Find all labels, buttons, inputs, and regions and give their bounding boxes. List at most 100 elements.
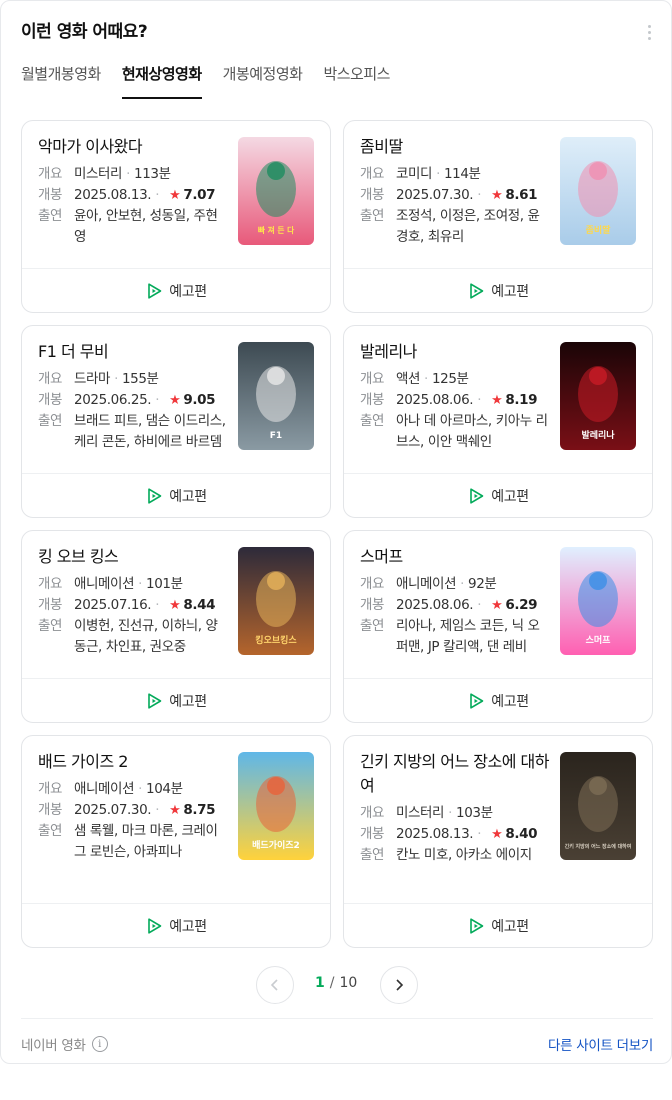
- rating-value: 9.05: [183, 392, 216, 408]
- genre-row: 개요 애니메이션 · 92분: [360, 574, 556, 595]
- poster-title-text: 좀비딸: [586, 224, 612, 236]
- page-indicator: 1/10: [315, 975, 357, 991]
- movie-card[interactable]: 악마가 이사왔다 개요 미스터리 · 113분 개봉 2025.08.13. · ★ 7.07 출연…: [21, 120, 331, 313]
- star-icon: ★: [491, 598, 503, 613]
- next-page-button[interactable]: [380, 966, 418, 1004]
- runtime-text: 101분: [146, 576, 183, 592]
- chevron-right-icon: [396, 979, 404, 991]
- poster-figure-head: [589, 572, 607, 590]
- trailer-button[interactable]: 예고편: [22, 903, 330, 947]
- panel-header: 이런 영화 어때요?: [21, 19, 653, 47]
- cast-label: 출연: [360, 618, 385, 634]
- movie-card[interactable]: 긴키 지방의 어느 장소에 대하여 개요 미스터리 · 103분 개봉 2025.08.13…: [343, 735, 653, 948]
- cast-row: 출연 샘 록웰, 마크 마론, 크레이그 로빈슨, 아콰피나: [38, 821, 234, 863]
- trailer-button[interactable]: 예고편: [22, 268, 330, 312]
- genre-row: 개요 애니메이션 · 104분: [38, 779, 234, 800]
- movie-info: F1 더 무비 개요 드라마 · 155분 개봉 2025.06.25. · ★ 9.05 출연 브래…: [38, 340, 234, 453]
- cast-row: 출연 윤아, 안보현, 성동일, 주현영: [38, 206, 234, 248]
- trailer-button[interactable]: 예고편: [344, 268, 652, 312]
- movie-title[interactable]: 킹 오브 킹스: [38, 545, 234, 569]
- poster-image: 발레리나: [560, 342, 636, 450]
- genre-row: 개요 액션 · 125분: [360, 369, 556, 390]
- info-icon[interactable]: i: [91, 1036, 108, 1052]
- cast-label: 출연: [38, 208, 63, 224]
- release-value: 2025.07.30. · ★ 8.75: [74, 800, 215, 821]
- poster-image: F1: [238, 342, 314, 450]
- trailer-button[interactable]: 예고편: [22, 473, 330, 517]
- trailer-label: 예고편: [169, 918, 207, 935]
- genre-text: 미스터리: [74, 166, 123, 182]
- release-date: 2025.08.06.: [396, 392, 474, 408]
- tab-monthly-release[interactable]: 월별개봉영화: [21, 61, 101, 99]
- cast-list: 조정석, 이정은, 조여정, 윤경호, 최유리: [396, 208, 540, 245]
- dot-separator: ·: [155, 392, 160, 408]
- cast-list: 샘 록웰, 마크 마론, 크레이그 로빈슨, 아콰피나: [74, 823, 218, 860]
- poster-title-text: 발레리나: [581, 429, 615, 441]
- movie-poster[interactable]: 킹오브킹스: [238, 547, 314, 655]
- genre-label: 개요: [38, 371, 63, 387]
- movie-poster[interactable]: 배드가이즈2: [238, 752, 314, 860]
- rating-value: 7.07: [183, 187, 216, 203]
- movie-title[interactable]: 스머프: [360, 545, 556, 569]
- trailer-button[interactable]: 예고편: [344, 473, 652, 517]
- tab-box-office[interactable]: 박스오피스: [323, 61, 390, 99]
- dot-separator: ·: [477, 187, 482, 203]
- dot-separator: ·: [126, 166, 130, 182]
- more-sites-link[interactable]: 다른 사이트 더보기: [548, 1034, 653, 1054]
- poster-image: 킹오브킹스: [238, 547, 314, 655]
- pagination: 1/10: [1, 965, 672, 1005]
- movie-card[interactable]: 배드 가이즈 2 개요 애니메이션 · 104분 개봉 2025.07.30. · ★ 8.75 출…: [21, 735, 331, 948]
- movie-poster[interactable]: 좀비딸: [560, 137, 636, 245]
- movie-poster[interactable]: 긴키 지방의 어느 장소에 대하여: [560, 752, 636, 860]
- star-icon: ★: [169, 598, 181, 613]
- release-value: 2025.07.16. · ★ 8.44: [74, 595, 215, 616]
- movie-title[interactable]: 발레리나: [360, 340, 556, 364]
- movie-poster[interactable]: 발레리나: [560, 342, 636, 450]
- rating-value: 8.40: [505, 826, 538, 842]
- release-row: 개봉 2025.08.06. · ★ 6.29: [360, 595, 556, 616]
- movie-card[interactable]: 킹 오브 킹스 개요 애니메이션 · 101분 개봉 2025.07.16. · ★ 8.44 출연…: [21, 530, 331, 723]
- page-separator: /: [329, 975, 335, 991]
- movie-title[interactable]: 좀비딸: [360, 135, 556, 159]
- poster-image: 빠 져 든 다: [238, 137, 314, 245]
- movie-poster[interactable]: F1: [238, 342, 314, 450]
- genre-value: 미스터리 · 103분: [396, 803, 493, 824]
- movie-card[interactable]: 발레리나 개요 액션 · 125분 개봉 2025.08.06. · ★ 8.19 출연 아나 데 아…: [343, 325, 653, 518]
- prev-page-button[interactable]: [256, 966, 294, 1004]
- release-date: 2025.08.13.: [396, 826, 474, 842]
- dot-separator: ·: [477, 392, 482, 408]
- movie-card[interactable]: 스머프 개요 애니메이션 · 92분 개봉 2025.08.06. · ★ 6.29 출연 리아나, …: [343, 530, 653, 723]
- cast-label: 출연: [38, 413, 63, 429]
- star-icon: ★: [491, 827, 503, 842]
- release-row: 개봉 2025.07.30. · ★ 8.61: [360, 185, 556, 206]
- genre-row: 개요 미스터리 · 103분: [360, 803, 556, 824]
- movie-poster[interactable]: 스머프: [560, 547, 636, 655]
- release-date: 2025.07.16.: [74, 597, 152, 613]
- movie-title[interactable]: 악마가 이사왔다: [38, 135, 234, 159]
- play-icon: [148, 917, 162, 934]
- movie-title[interactable]: 배드 가이즈 2: [38, 750, 234, 774]
- movie-title[interactable]: F1 더 무비: [38, 340, 234, 364]
- dot-separator: ·: [155, 802, 160, 818]
- movie-card[interactable]: F1 더 무비 개요 드라마 · 155분 개봉 2025.06.25. · ★ 9.05 출연 브래…: [21, 325, 331, 518]
- tab-upcoming[interactable]: 개봉예정영화: [223, 61, 303, 99]
- trailer-button[interactable]: 예고편: [22, 678, 330, 722]
- more-vertical-icon[interactable]: [643, 21, 655, 43]
- cast-row: 출연 브래드 피트, 댐슨 이드리스, 케리 콘돈, 하비에르 바르뎀: [38, 411, 234, 453]
- cast-label: 출연: [360, 847, 385, 863]
- movie-poster[interactable]: 빠 져 든 다: [238, 137, 314, 245]
- trailer-button[interactable]: 예고편: [344, 903, 652, 947]
- dot-separator: ·: [477, 597, 482, 613]
- movie-card[interactable]: 좀비딸 개요 코미디 · 114분 개봉 2025.07.30. · ★ 8.61 출연 조정석, 이…: [343, 120, 653, 313]
- trailer-label: 예고편: [491, 918, 529, 935]
- tab-now-playing[interactable]: 현재상영영화: [121, 61, 202, 99]
- poster-title-text: 긴키 지방의 어느 장소에 대하여: [565, 843, 632, 850]
- release-label: 개봉: [360, 392, 385, 408]
- cast-list: 칸노 미호, 아카소 에이지: [396, 847, 532, 863]
- release-row: 개봉 2025.07.30. · ★ 8.75: [38, 800, 234, 821]
- movie-title[interactable]: 긴키 지방의 어느 장소에 대하여: [360, 750, 556, 798]
- release-date: 2025.08.06.: [396, 597, 474, 613]
- trailer-button[interactable]: 예고편: [344, 678, 652, 722]
- movie-info: 긴키 지방의 어느 장소에 대하여 개요 미스터리 · 103분 개봉 2025.08.13…: [360, 750, 556, 866]
- trailer-label: 예고편: [169, 693, 207, 710]
